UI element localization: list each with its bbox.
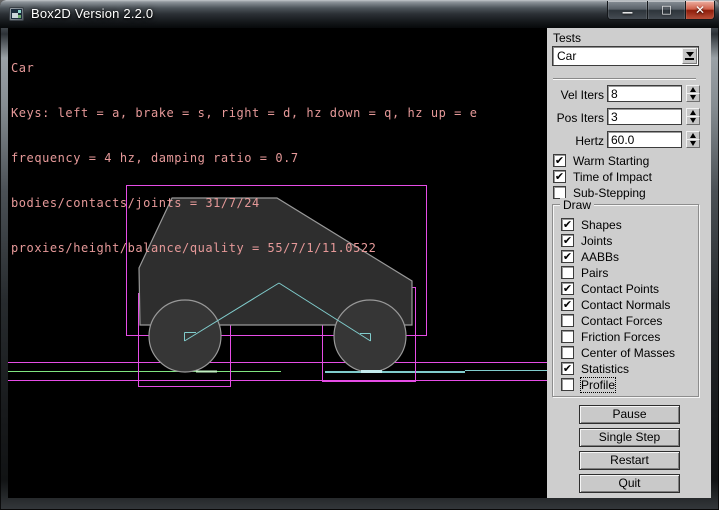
hertz-input[interactable]: [607, 131, 682, 148]
checkbox-label: Statistics: [581, 362, 629, 376]
draw-group-box: Draw ✔ Shapes ✔ Joints ✔ AABBs Pairs: [552, 204, 699, 397]
pos-iters-label: Pos Iters: [547, 111, 604, 125]
stats-overlay: Car Keys: left = a, brake = s, right = d…: [11, 31, 477, 286]
checkbox-label: Contact Normals: [581, 298, 670, 312]
vel-iters-input[interactable]: [607, 85, 682, 102]
single-step-button[interactable]: Single Step: [579, 428, 680, 447]
checkbox-mark: [561, 346, 574, 359]
bodies-stats-text: bodies/contacts/joints = 31/7/24: [11, 196, 477, 211]
checkbox-label: Time of Impact: [573, 170, 652, 184]
checkbox-label: AABBs: [581, 250, 619, 264]
chevron-down-icon: [686, 52, 694, 57]
tests-dropdown-button[interactable]: [682, 48, 697, 64]
arrow-up-icon: [690, 87, 696, 92]
checkbox-label: Joints: [581, 234, 612, 248]
vel-iters-label: Vel Iters: [547, 88, 604, 102]
vel-iters-spinner: [686, 85, 700, 102]
checkbox-mark: ✔: [561, 282, 574, 295]
restart-button[interactable]: Restart: [579, 451, 680, 470]
arrow-down-icon: [690, 118, 696, 123]
test-name-text: Car: [11, 61, 477, 76]
checkbox-mark: ✔: [561, 362, 574, 375]
checkbox-label: Shapes: [581, 218, 622, 232]
pos-iters-spinner: [686, 108, 700, 125]
arrow-down-icon: [690, 141, 696, 146]
hertz-label: Hertz: [547, 134, 604, 148]
control-panel: Tests Car Vel Iters Pos Iters: [547, 28, 711, 498]
checkbox-mark: ✔: [553, 154, 566, 167]
checkbox-mark: ✔: [561, 250, 574, 263]
spinner-down-button[interactable]: [686, 139, 700, 148]
checkbox-mark: [561, 378, 574, 391]
checkbox-label: Pairs: [581, 266, 608, 280]
checkbox-mark: [561, 330, 574, 343]
tests-dropdown-value: Car: [557, 49, 576, 63]
maximize-icon: □: [661, 4, 671, 15]
checkbox-mark: ✔: [561, 218, 574, 231]
keys-help-text: Keys: left = a, brake = s, right = d, hz…: [11, 106, 477, 121]
checkbox-mark: [561, 314, 574, 327]
checkbox-label: Profile: [581, 378, 615, 392]
checkbox-mark: ✔: [553, 170, 566, 183]
window-title: Box2D Version 2.2.0: [31, 6, 153, 21]
checkbox-mark: [561, 266, 574, 279]
arrow-down-icon: [690, 95, 696, 100]
simulation-canvas[interactable]: Car Keys: left = a, brake = s, right = d…: [8, 28, 547, 498]
checkbox-label: Contact Points: [581, 282, 659, 296]
dropdown-bar-icon: [685, 58, 694, 60]
spinner-down-button[interactable]: [686, 93, 700, 102]
draw-group-label: Draw: [560, 198, 594, 212]
pos-iters-input[interactable]: [607, 108, 682, 125]
close-button[interactable]: ✕: [685, 1, 715, 20]
maximize-button[interactable]: □: [648, 1, 685, 20]
pause-button[interactable]: Pause: [579, 405, 680, 424]
title-bar[interactable]: Box2D Version 2.2.0 — □ ✕: [0, 0, 719, 28]
minimize-icon: —: [622, 7, 633, 18]
checkbox-label: Friction Forces: [581, 330, 660, 344]
proxies-stats-text: proxies/height/balance/quality = 55/7/1/…: [11, 241, 477, 256]
tests-label: Tests: [553, 31, 581, 45]
checkbox-mark: ✔: [561, 298, 574, 311]
checkbox-mark: ✔: [561, 234, 574, 247]
separator: [553, 78, 696, 80]
tests-dropdown[interactable]: Car: [552, 46, 699, 66]
checkbox-label: Contact Forces: [581, 314, 662, 328]
checkbox-label: Warm Starting: [573, 154, 649, 168]
close-icon: ✕: [695, 4, 705, 16]
quit-button[interactable]: Quit: [579, 474, 680, 493]
hertz-spinner: [686, 131, 700, 148]
arrow-up-icon: [690, 133, 696, 138]
minimize-button[interactable]: —: [607, 1, 648, 20]
app-icon: [9, 7, 24, 21]
checkbox-label: Center of Masses: [581, 346, 675, 360]
spinner-down-button[interactable]: [686, 116, 700, 125]
app-window: Box2D Version 2.2.0 — □ ✕: [0, 0, 719, 510]
frequency-text: frequency = 4 hz, damping ratio = 0.7: [11, 151, 477, 166]
arrow-up-icon: [690, 110, 696, 115]
